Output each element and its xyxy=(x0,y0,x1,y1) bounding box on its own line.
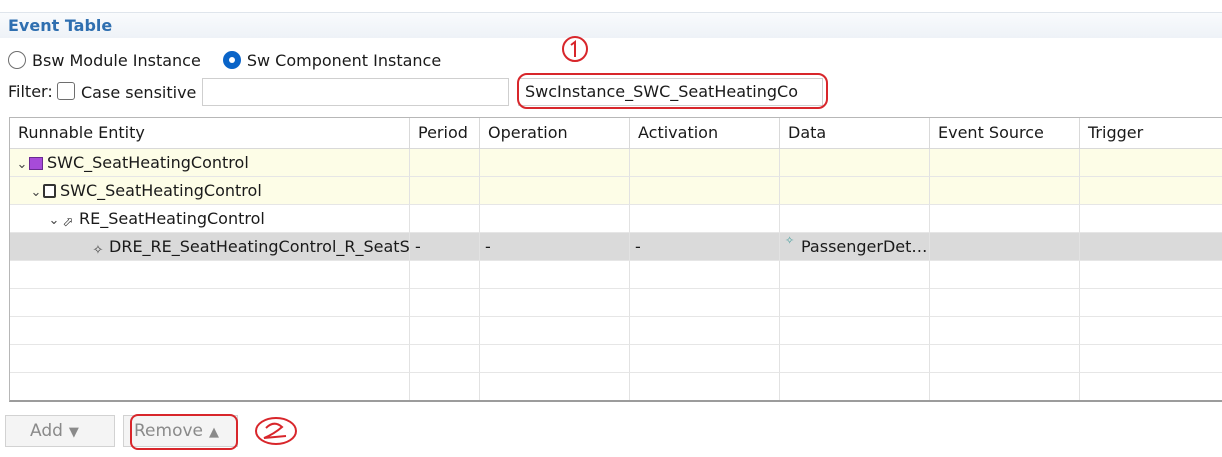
event-table-grid: Runnable Entity Period Operation Activat… xyxy=(10,118,1222,400)
swc-type-icon xyxy=(43,184,56,198)
column-header-trigger[interactable]: Trigger xyxy=(1080,118,1222,149)
bsw-module-instance-radio[interactable] xyxy=(8,51,26,69)
event-source-cell xyxy=(930,149,1080,177)
period-cell: - xyxy=(410,233,480,261)
row-name: SWC_SeatHeatingControl xyxy=(60,181,262,200)
row-name: SWC_SeatHeatingControl xyxy=(47,153,249,172)
data-cell[interactable]: ✧ PassengerDet… xyxy=(780,233,930,261)
runnable-icon: ⬀ xyxy=(62,215,74,230)
column-header-data[interactable]: Data xyxy=(780,118,930,149)
activation-cell xyxy=(630,205,780,233)
event-source-cell xyxy=(930,233,1080,261)
period-cell xyxy=(410,205,480,233)
chevron-down-icon[interactable]: ⌄ xyxy=(47,207,61,232)
runnable-entity-cell[interactable]: ⌄ ⬀ RE_SeatHeatingControl xyxy=(10,205,410,233)
event-source-cell xyxy=(930,205,1080,233)
data-received-event-icon: ✧ xyxy=(92,243,104,258)
activation-cell xyxy=(630,149,780,177)
add-button[interactable]: Add ▼ xyxy=(5,415,115,447)
row-name: DRE_RE_SeatHeatingControl_R_SeatS xyxy=(109,237,410,256)
annotation-number-2 xyxy=(255,417,297,445)
case-sensitive-label[interactable]: Case sensitive xyxy=(81,83,196,102)
trigger-cell xyxy=(1080,233,1222,261)
annotation-number-1 xyxy=(562,36,588,62)
instance-type-radio-group: Bsw Module Instance Sw Component Instanc… xyxy=(8,48,463,72)
chevron-down-icon[interactable]: ⌄ xyxy=(29,179,43,204)
chevron-down-icon[interactable]: ⌄ xyxy=(15,151,29,176)
bsw-module-instance-label[interactable]: Bsw Module Instance xyxy=(32,51,201,70)
section-title: Event Table xyxy=(8,16,113,35)
filter-label: Filter: xyxy=(8,82,53,101)
operation-cell: - xyxy=(480,233,630,261)
activation-cell: - xyxy=(630,233,780,261)
row-name: RE_SeatHeatingControl xyxy=(79,209,265,228)
dropdown-arrow-icon: ▼ xyxy=(68,425,79,440)
data-cell xyxy=(780,149,930,177)
event-table: Runnable Entity Period Operation Activat… xyxy=(9,117,1222,402)
trigger-cell xyxy=(1080,149,1222,177)
operation-cell xyxy=(480,177,630,205)
column-header-period[interactable]: Period xyxy=(410,118,480,149)
runnable-entity-cell[interactable]: ⌄ SWC_SeatHeatingControl xyxy=(10,177,410,205)
activation-cell xyxy=(630,177,780,205)
component-prototype-icon xyxy=(29,157,43,170)
period-cell xyxy=(410,177,480,205)
column-header-runnable-entity[interactable]: Runnable Entity xyxy=(10,118,410,149)
runnable-entity-cell[interactable]: ✧ DRE_RE_SeatHeatingControl_R_SeatS xyxy=(10,233,410,261)
data-element-icon: ✧ xyxy=(785,234,795,247)
column-header-event-source[interactable]: Event Source xyxy=(930,118,1080,149)
trigger-cell xyxy=(1080,205,1222,233)
operation-cell xyxy=(480,205,630,233)
period-cell xyxy=(410,149,480,177)
runnable-entity-cell[interactable]: ⌄ SWC_SeatHeatingControl xyxy=(10,149,410,177)
data-cell xyxy=(780,177,930,205)
data-cell xyxy=(780,205,930,233)
trigger-cell xyxy=(1080,177,1222,205)
event-table-header: Event Table xyxy=(0,12,1222,38)
column-header-operation[interactable]: Operation xyxy=(480,118,630,149)
data-value: PassengerDet… xyxy=(801,237,928,256)
sw-component-instance-label[interactable]: Sw Component Instance xyxy=(247,51,441,70)
operation-cell xyxy=(480,149,630,177)
add-button-label: Add xyxy=(30,421,63,441)
column-header-activation[interactable]: Activation xyxy=(630,118,780,149)
case-sensitive-checkbox[interactable] xyxy=(57,82,75,100)
sw-component-instance-radio[interactable] xyxy=(222,51,241,69)
event-source-cell xyxy=(930,177,1080,205)
annotation-box-1 xyxy=(517,73,828,109)
filter-input[interactable] xyxy=(202,78,509,106)
annotation-box-2 xyxy=(130,414,238,450)
